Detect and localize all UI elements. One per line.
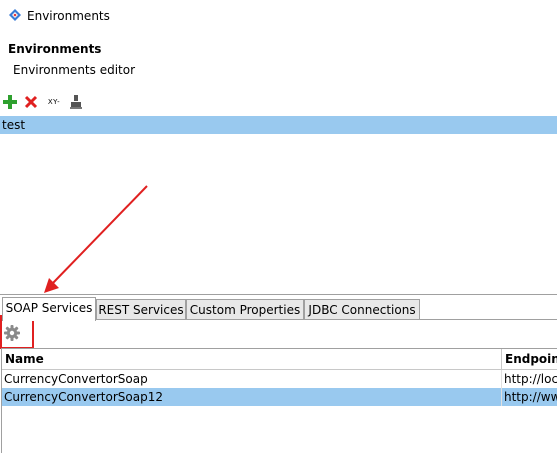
delete-icon — [24, 95, 38, 109]
service-endpoint-cell: http://ww — [504, 390, 557, 404]
variables-icon: XY- — [47, 98, 61, 106]
variables-button[interactable]: XY- — [44, 92, 64, 112]
table-header: Name Endpoint — [2, 349, 557, 370]
service-name-cell: CurrencyConvertorSoap — [4, 372, 148, 386]
tab-custom-properties[interactable]: Custom Properties — [186, 299, 304, 320]
app-logo-icon — [9, 9, 21, 21]
service-endpoint-cell: http://loca — [504, 372, 557, 386]
services-table: Name Endpoint CurrencyConvertorSoap http… — [1, 348, 557, 453]
window-title: Environments — [27, 9, 110, 23]
tab-strip: SOAP Services REST Services Custom Prope… — [0, 294, 557, 321]
delete-environment-button[interactable] — [23, 92, 39, 112]
add-environment-button[interactable] — [2, 92, 18, 112]
environment-list: test — [0, 116, 557, 292]
tab-rest-services[interactable]: REST Services — [96, 299, 186, 320]
tab-jdbc-connections[interactable]: JDBC Connections — [304, 299, 420, 320]
column-header-name[interactable]: Name — [2, 349, 501, 369]
table-row[interactable]: CurrencyConvertorSoap12 http://ww — [2, 388, 557, 406]
add-icon — [3, 95, 17, 109]
page-title: Environments — [8, 42, 102, 56]
user-icon — [70, 95, 82, 109]
environment-item-label: test — [2, 118, 26, 132]
table-row[interactable]: CurrencyConvertorSoap http://loca — [2, 370, 557, 388]
tab-soap-services[interactable]: SOAP Services — [2, 297, 96, 321]
page-subtitle: Environments editor — [13, 63, 136, 77]
service-name-cell: CurrencyConvertorSoap12 — [4, 390, 163, 404]
title-bar: Environments — [0, 0, 557, 32]
environment-toolbar: XY- — [0, 90, 557, 114]
user-button[interactable] — [68, 92, 84, 112]
environment-item[interactable]: test — [0, 116, 557, 134]
column-header-endpoint[interactable]: Endpoint — [502, 349, 557, 369]
